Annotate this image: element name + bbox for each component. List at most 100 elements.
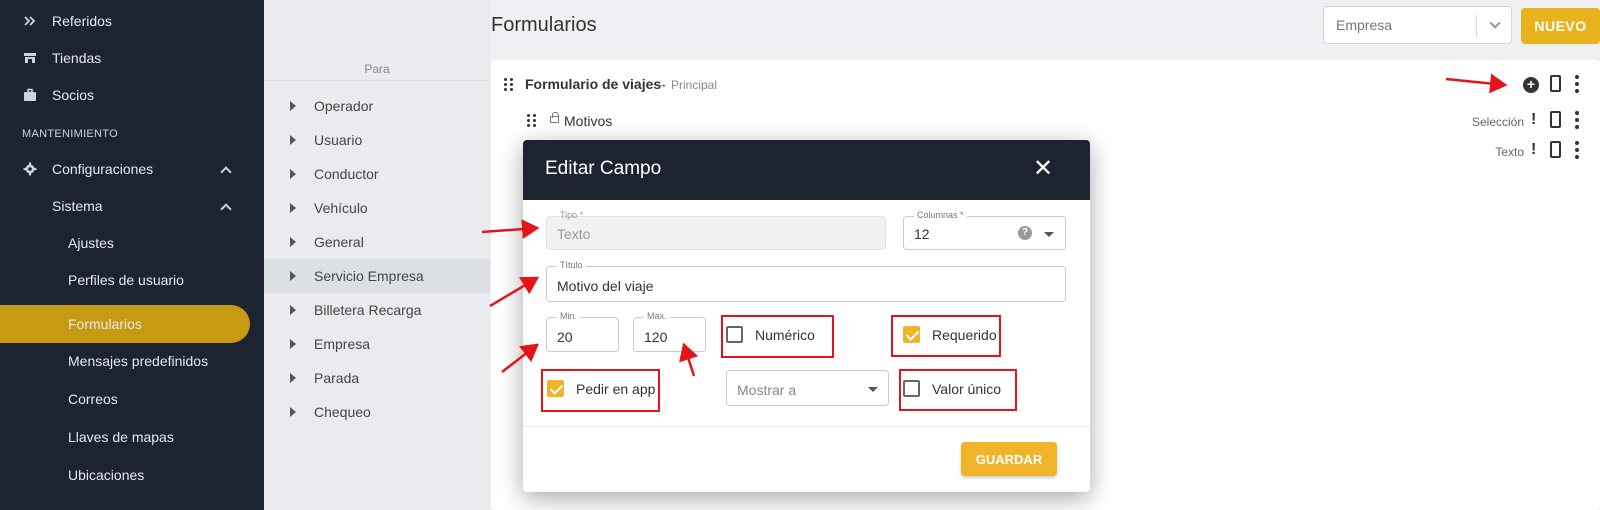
columnas-select[interactable]: Columnas * 12 ? [903,210,1066,250]
sidebar-item-formularios[interactable]: Formularios [68,306,142,342]
select-placeholder: Mostrar a [737,382,797,398]
modal-title: Editar Campo [545,158,662,179]
sidebar-item-sistema[interactable]: Sistema [52,188,103,224]
sidebar-item-referidos[interactable]: Referidos [22,3,112,39]
tree-item[interactable]: Vehículo [264,191,490,225]
sidebar-item-socios[interactable]: Socios [22,77,94,113]
tree-item-label: Vehículo [314,200,368,216]
more-vertical-icon[interactable] [1575,111,1579,129]
field-row-type: Texto [1495,145,1524,159]
tree-item[interactable]: Conductor [264,157,490,191]
tree-item[interactable]: Empresa [264,327,490,361]
empresa-select[interactable]: Empresa [1323,6,1512,44]
phone-icon[interactable] [1550,111,1561,128]
sidebar-item-label: Ubicaciones [68,467,145,483]
add-circle-icon[interactable]: + [1523,77,1539,93]
field-label: Min. [557,311,581,321]
divider [1476,15,1477,37]
sidebar-item-label: Ajustes [68,235,114,251]
field-value: 12 [914,226,930,242]
tree-item-label: Chequeo [314,404,371,420]
tipo-field: Tipo * Texto [546,210,886,250]
more-vertical-icon[interactable] [1575,141,1579,159]
tree-item[interactable]: Parada [264,361,490,395]
nuevo-button[interactable]: NUEVO [1521,8,1600,44]
caret-down-icon [1044,232,1054,237]
field-value[interactable]: 120 [644,329,667,345]
sidebar-item-label: Correos [68,391,118,407]
tree-header: Para [364,62,390,76]
caret-right-icon [290,373,296,383]
sidebar-item-label: Socios [52,87,95,103]
help-icon[interactable]: ? [1018,226,1032,240]
titulo-input[interactable]: Título Motivo del viaje [546,260,1066,302]
tree-item-label: Parada [314,370,360,386]
tree-item-label: Conductor [314,166,379,182]
chevron-down-icon [1489,17,1501,29]
sidebar-item-label: Mensajes predefinidos [68,353,209,369]
field-label: Título [557,260,586,270]
tree-item-selected[interactable]: Servicio Empresa [264,259,490,293]
annotation-box [891,315,1001,357]
caret-down-icon [868,387,878,392]
sidebar-item-label: Configuraciones [52,161,154,177]
lock-icon [550,112,559,123]
tree-item-label: Operador [314,98,374,114]
sidebar-item-tiendas[interactable]: Tiendas [22,40,101,76]
drag-handle-icon[interactable] [504,78,513,91]
sidebar-item-configuraciones[interactable]: Configuraciones [22,151,242,187]
sidebar-item-llaves[interactable]: Llaves de mapas [68,419,174,455]
phone-icon[interactable] [1550,75,1561,92]
tree-item-label: Empresa [314,336,371,352]
sidebar-item-mensajes[interactable]: Mensajes predefinidos [68,343,208,379]
caret-right-icon [290,169,296,179]
required-icon[interactable]: ! [1531,141,1536,159]
tree-item[interactable]: Operador [264,89,490,123]
tree-item-label: General [314,234,364,250]
close-icon[interactable]: ✕ [1033,154,1053,183]
modal-header: Editar Campo ✕ [523,140,1090,200]
sidebar-item-correos[interactable]: Correos [68,381,118,417]
page-title: Formularios [491,14,597,36]
more-vertical-icon[interactable] [1575,75,1579,93]
sidebar-item-perfiles[interactable]: Perfiles de usuario [68,262,184,298]
sidebar: Referidos Tiendas Socios MANTENIMIENTO C… [0,0,264,510]
gear-icon [22,161,38,177]
empresa-select-value: Empresa [1336,17,1393,33]
drag-handle-icon[interactable] [527,114,536,127]
field-label: Columnas * [914,210,967,220]
max-input[interactable]: Max. 120 [633,311,706,352]
sidebar-item-ubicaciones[interactable]: Ubicaciones [68,457,144,493]
tree-item-label: Servicio Empresa [314,268,424,284]
caret-right-icon [290,203,296,213]
annotation-box [899,369,1017,411]
divider [523,426,1090,427]
caret-right-icon [290,135,296,145]
tree-item[interactable]: Billetera Recarga [264,293,490,327]
field-value[interactable]: 20 [557,329,573,345]
sidebar-item-label: Referidos [52,13,112,29]
field-label: Tipo * [560,210,584,220]
form-target-tree: Para Operador Usuario Conductor Vehículo… [264,0,490,510]
sidebar-item-label: Llaves de mapas [68,429,174,445]
sidebar-item-ajustes[interactable]: Ajustes [68,225,114,261]
phone-icon[interactable] [1550,141,1561,158]
referral-icon [22,13,38,29]
guardar-button[interactable]: GUARDAR [961,442,1057,476]
caret-right-icon [290,305,296,315]
annotation-box [541,369,660,412]
sidebar-item-label: Sistema [52,198,103,214]
tree-item[interactable]: Chequeo [264,395,490,429]
mostrar-a-select[interactable]: Mostrar a [726,370,889,406]
tree-item[interactable]: General [264,225,490,259]
form-sub: Principal [671,78,718,92]
tree-item[interactable]: Usuario [264,123,490,157]
arrow-right-icon: → [655,76,668,91]
field-row-label: Motivos [564,113,613,129]
required-icon[interactable]: ! [1531,111,1536,129]
caret-right-icon [290,237,296,247]
min-input[interactable]: Min. 20 [546,311,619,352]
field-value[interactable]: Motivo del viaje [557,278,654,294]
sidebar-section-label: MANTENIMIENTO [22,128,118,140]
caret-right-icon [290,339,296,349]
